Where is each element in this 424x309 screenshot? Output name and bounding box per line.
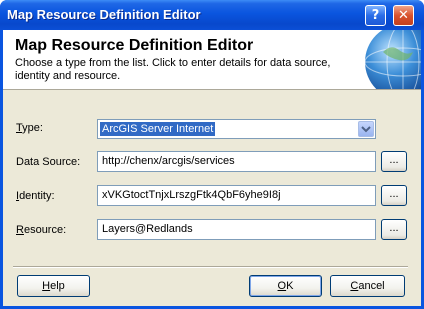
header-banner: Map Resource Definition Editor Choose a … bbox=[3, 30, 421, 90]
identity-label: Identity: bbox=[16, 190, 55, 202]
type-selected-value: ArcGIS Server Internet bbox=[100, 122, 216, 136]
type-label: Type: bbox=[16, 122, 43, 134]
close-icon: ✕ bbox=[398, 8, 409, 23]
dialog-body: Map Resource Definition Editor Choose a … bbox=[3, 30, 421, 306]
window-title: Map Resource Definition Editor bbox=[7, 7, 201, 22]
data-source-label: Data Source: bbox=[16, 156, 81, 168]
data-source-input[interactable]: http://chenx/arcgis/services bbox=[97, 151, 376, 172]
globe-icon bbox=[364, 30, 421, 89]
identity-input[interactable]: xVKGtoctTnjxLrszgFtk4QbF6yhe9I8j bbox=[97, 185, 376, 206]
data-source-browse-button[interactable]: ... bbox=[381, 151, 407, 172]
type-dropdown[interactable]: ArcGIS Server Internet bbox=[97, 119, 376, 139]
title-bar[interactable]: Map Resource Definition Editor ? ✕ bbox=[0, 0, 424, 30]
banner-title: Map Resource Definition Editor bbox=[15, 37, 254, 54]
resource-input[interactable]: Layers@Redlands bbox=[97, 219, 376, 240]
identity-browse-button[interactable]: ... bbox=[381, 185, 407, 206]
divider bbox=[13, 266, 408, 268]
help-title-button[interactable]: ? bbox=[365, 5, 386, 26]
banner-description: Choose a type from the list. Click to en… bbox=[15, 57, 331, 82]
dialog-window: Map Resource Definition Editor ? ✕ Map R… bbox=[0, 0, 424, 309]
cancel-button[interactable]: Cancel bbox=[330, 275, 405, 297]
ok-button[interactable]: OK bbox=[249, 275, 322, 297]
chevron-down-icon[interactable] bbox=[358, 121, 374, 137]
close-button[interactable]: ✕ bbox=[393, 5, 414, 26]
help-button[interactable]: Help bbox=[17, 275, 90, 297]
question-mark-icon: ? bbox=[371, 8, 380, 23]
resource-browse-button[interactable]: ... bbox=[381, 219, 407, 240]
resource-label: Resource: bbox=[16, 224, 67, 236]
